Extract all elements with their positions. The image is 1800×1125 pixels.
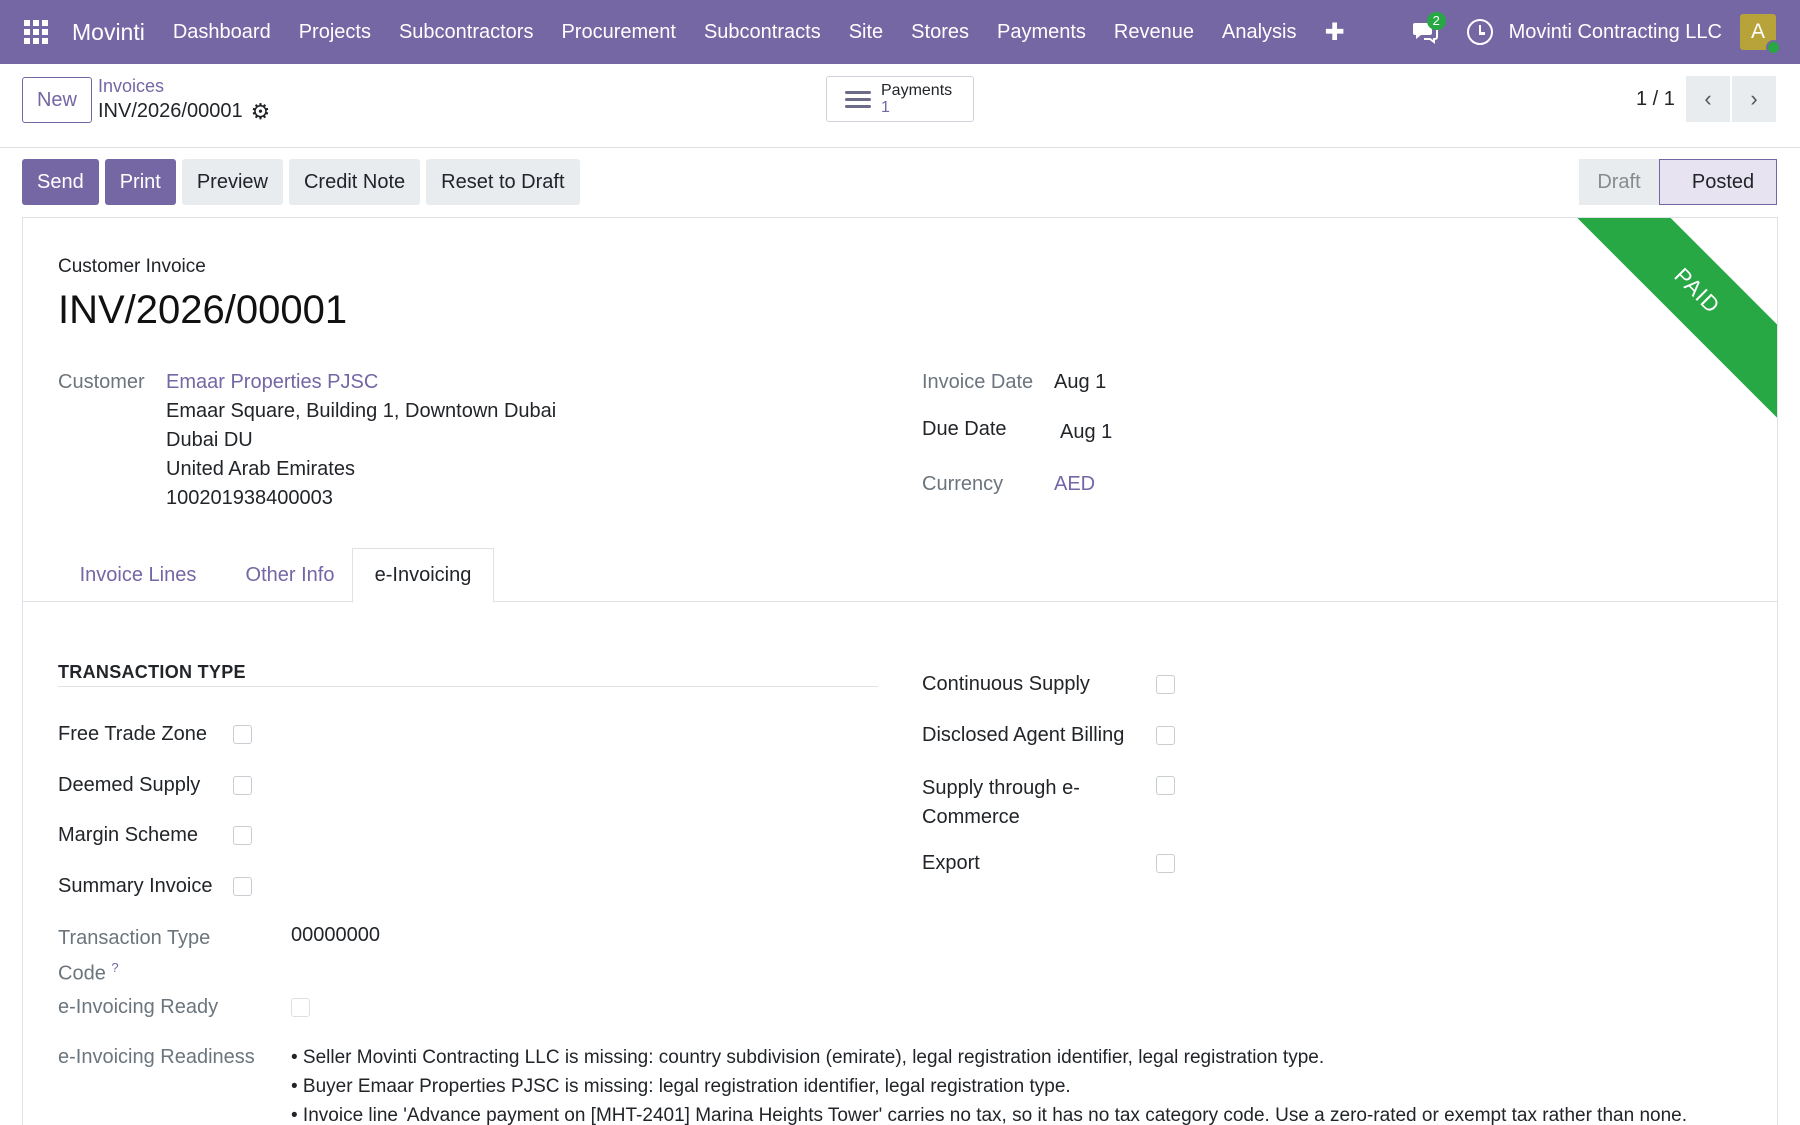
summary-invoice-label: Summary Invoice	[58, 875, 213, 897]
e-invoicing-ready-label: e-Invoicing Ready	[58, 996, 219, 1018]
readiness-issue: • Buyer Emaar Properties PJSC is missing…	[291, 1076, 1071, 1097]
margin-scheme-label: Margin Scheme	[58, 824, 199, 846]
due-date-field[interactable]: Aug 1	[1060, 421, 1112, 444]
pager-previous-button[interactable]: ‹	[1686, 76, 1730, 122]
control-panel: New Invoices INV/2026/00001 ⚙ Payments 1…	[0, 64, 1800, 148]
chevron-left-icon: ‹	[1704, 86, 1712, 111]
gear-icon[interactable]: ⚙	[251, 100, 271, 122]
customer-link[interactable]: Emaar Properties PJSC	[166, 371, 378, 394]
export-checkbox[interactable]	[1156, 854, 1175, 873]
readiness-issue: • Invoice line 'Advance payment on [MHT-…	[291, 1105, 1687, 1125]
customer-tax-id: 100201938400003	[166, 487, 333, 509]
disclosed-agent-billing-checkbox[interactable]	[1156, 726, 1175, 745]
pager-next-button[interactable]: ›	[1732, 76, 1776, 122]
transaction-type-code-field[interactable]: 00000000	[291, 924, 380, 947]
currency-label: Currency	[922, 473, 1004, 495]
chevron-right-icon: ›	[1750, 86, 1758, 111]
supply-through-ecommerce-label: Supply through e-Commerce	[922, 777, 1080, 828]
chat-count-badge: 2	[1426, 12, 1446, 30]
summary-invoice-checkbox[interactable]	[233, 877, 252, 896]
main-menu: Dashboard Projects Subcontractors Procur…	[159, 18, 1359, 47]
e-invoicing-readiness-label: e-Invoicing Readiness	[58, 1046, 255, 1068]
menu-item-procurement[interactable]: Procurement	[547, 21, 690, 44]
free-trade-zone-checkbox[interactable]	[233, 725, 252, 744]
company-switcher[interactable]: Movinti Contracting LLC	[1509, 21, 1722, 44]
help-icon[interactable]: ?	[111, 960, 118, 975]
navbar-right: 2 Movinti Contracting LLC A	[1405, 0, 1800, 64]
top-navbar: Movinti Dashboard Projects Subcontractor…	[0, 0, 1800, 64]
user-avatar[interactable]: A	[1740, 14, 1781, 55]
credit-note-button[interactable]: Credit Note	[288, 159, 421, 205]
status-bar: Draft Posted	[1579, 159, 1777, 205]
form-sheet: PAID Customer Invoice INV/2026/00001 Cus…	[22, 217, 1778, 1125]
pager-value[interactable]: 1 / 1	[1636, 88, 1675, 111]
customer-address-line: Dubai DU	[166, 429, 253, 451]
e-invoicing-ready-checkbox	[291, 998, 310, 1017]
payments-label: Payments	[881, 82, 953, 99]
export-label: Export	[922, 852, 980, 874]
document-type: Customer Invoice	[58, 256, 206, 277]
plus-icon[interactable]: ✚	[1310, 18, 1358, 47]
transaction-type-code-label: Transaction Type Code ?	[58, 924, 258, 989]
print-button[interactable]: Print	[104, 159, 176, 205]
continuous-supply-checkbox[interactable]	[1156, 675, 1175, 694]
deemed-supply-label: Deemed Supply	[58, 774, 201, 796]
menu-item-dashboard[interactable]: Dashboard	[159, 21, 285, 44]
menu-item-projects[interactable]: Projects	[285, 21, 385, 44]
menu-item-site[interactable]: Site	[835, 21, 897, 44]
disclosed-agent-billing-label: Disclosed Agent Billing	[922, 724, 1125, 746]
tab-other-info[interactable]: Other Info	[239, 548, 341, 602]
reset-to-draft-button[interactable]: Reset to Draft	[426, 159, 580, 205]
transaction-type-code-label-text: Transaction Type Code	[58, 927, 211, 985]
clock-icon[interactable]	[1466, 19, 1493, 45]
continuous-supply-label: Continuous Supply	[922, 673, 1090, 695]
breadcrumb-current: INV/2026/00001 ⚙	[98, 100, 270, 123]
menu-item-revenue[interactable]: Revenue	[1100, 21, 1208, 44]
action-buttons: Send Print Preview Credit Note Reset to …	[22, 159, 586, 205]
invoice-date-label: Invoice Date	[922, 371, 1034, 393]
preview-button[interactable]: Preview	[181, 159, 283, 205]
tab-e-invoicing[interactable]: e-Invoicing	[352, 548, 494, 603]
menu-item-subcontracts[interactable]: Subcontracts	[690, 21, 835, 44]
list-icon	[845, 87, 871, 112]
section-title-transaction-type: TRANSACTION TYPE	[58, 662, 246, 682]
readiness-issue: • Seller Movinti Contracting LLC is miss…	[291, 1047, 1325, 1068]
status-posted[interactable]: Posted	[1659, 159, 1777, 205]
status-draft[interactable]: Draft	[1579, 159, 1659, 205]
invoice-date-field[interactable]: Aug 1	[1054, 371, 1106, 394]
chat-icon[interactable]: 2	[1405, 12, 1446, 52]
due-date-label: Due Date	[922, 418, 1007, 440]
free-trade-zone-label: Free Trade Zone	[58, 723, 207, 745]
menu-item-payments[interactable]: Payments	[983, 21, 1100, 44]
apps-menu-icon[interactable]	[0, 0, 72, 64]
invoice-number: INV/2026/00001	[58, 288, 348, 332]
supply-through-ecommerce-checkbox[interactable]	[1156, 776, 1175, 795]
app-brand[interactable]: Movinti	[72, 19, 145, 46]
payments-count: 1	[881, 99, 890, 116]
tab-invoice-lines[interactable]: Invoice Lines	[70, 548, 206, 602]
breadcrumb-invoices[interactable]: Invoices	[98, 76, 164, 97]
customer-address-line: Emaar Square, Building 1, Downtown Dubai	[166, 400, 557, 422]
online-status-dot	[1766, 40, 1781, 55]
deemed-supply-checkbox[interactable]	[233, 776, 252, 795]
currency-link[interactable]: AED	[1054, 473, 1095, 496]
paid-ribbon: PAID	[1567, 218, 1777, 421]
payments-smart-button[interactable]: Payments 1	[826, 76, 974, 122]
send-button[interactable]: Send	[22, 159, 99, 205]
notebook-tabs: Invoice Lines Other Info e-Invoicing	[23, 548, 1777, 603]
new-button[interactable]: New	[22, 77, 92, 123]
avatar-initial: A	[1750, 20, 1765, 43]
breadcrumb-current-label: INV/2026/00001	[98, 100, 243, 122]
section-divider	[58, 686, 878, 687]
menu-item-subcontractors[interactable]: Subcontractors	[385, 21, 548, 44]
menu-item-stores[interactable]: Stores	[897, 21, 983, 44]
customer-label: Customer	[58, 371, 145, 393]
menu-item-analysis[interactable]: Analysis	[1208, 21, 1310, 44]
customer-address-line: United Arab Emirates	[166, 458, 355, 480]
margin-scheme-checkbox[interactable]	[233, 826, 252, 845]
